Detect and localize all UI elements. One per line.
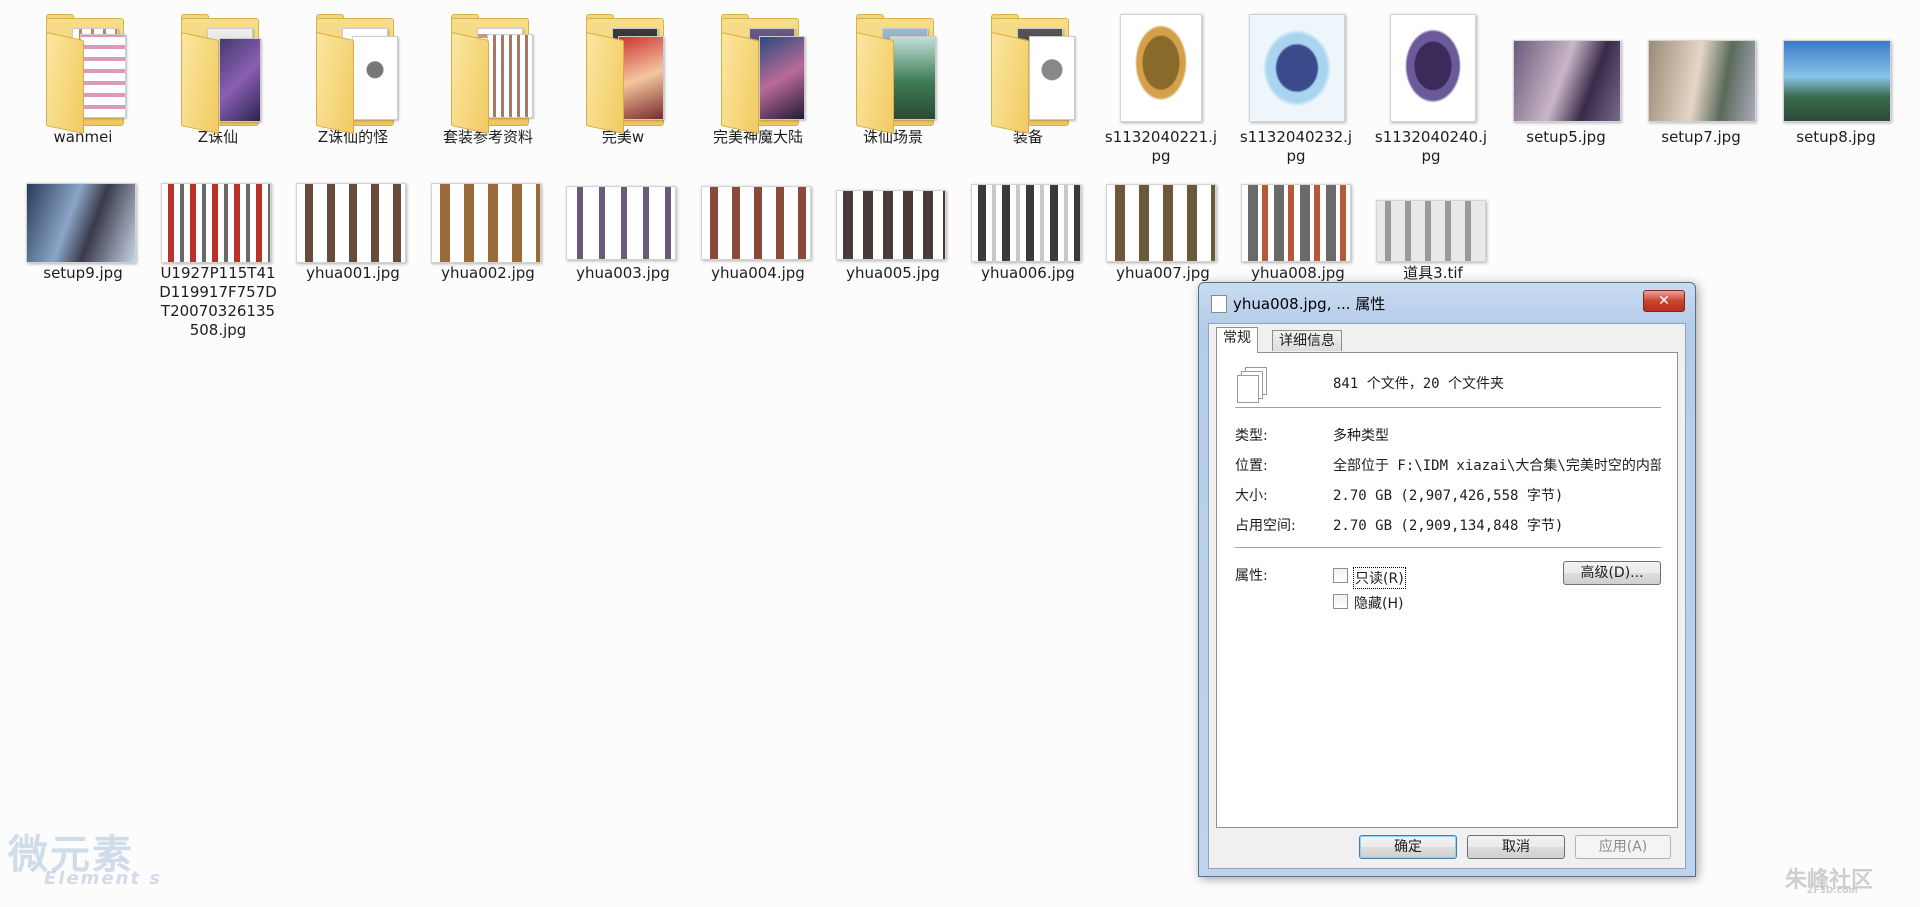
image-item[interactable]: yhua008.jpg: [1233, 148, 1363, 283]
image-thumbnail: [558, 148, 688, 264]
divider: [1235, 407, 1661, 408]
image-item[interactable]: yhua006.jpg: [963, 148, 1093, 283]
folder-icon: [288, 6, 418, 135]
image-item[interactable]: setup9.jpg: [18, 148, 148, 283]
image-label: setup5.jpg: [1526, 128, 1606, 146]
image-label: setup9.jpg: [43, 264, 123, 282]
folder-icon: [828, 6, 958, 135]
watermark-subtext: ZF3D.com: [1807, 886, 1858, 896]
image-item[interactable]: yhua003.jpg: [558, 148, 688, 283]
tab-general[interactable]: 常规: [1216, 327, 1258, 353]
image-thumbnail: [693, 148, 823, 264]
size-value: 2.70 GB (2,907,426,558 字节): [1333, 488, 1564, 504]
watermark-logo-right: 朱峰社区 ZF3D.com: [1785, 862, 1873, 896]
folder-icon: [153, 6, 283, 135]
image-thumbnail: [963, 148, 1093, 264]
folder-icon: [693, 6, 823, 135]
image-item[interactable]: s1132040240.jpg: [1366, 6, 1496, 166]
location-label: 位置:: [1235, 458, 1268, 474]
folder-item[interactable]: 套装参考资料: [423, 6, 553, 147]
image-thumbnail: [1366, 6, 1496, 128]
hidden-checkbox[interactable]: [1333, 594, 1348, 609]
watermark-logo-left: 微元素 Element s: [8, 822, 208, 902]
image-thumbnail: [1771, 6, 1901, 128]
image-label: yhua007.jpg: [1116, 264, 1210, 282]
folder-item[interactable]: 诛仙场景: [828, 6, 958, 147]
folder-icon: [423, 6, 553, 135]
image-label: setup7.jpg: [1661, 128, 1741, 146]
general-panel: 841 个文件，20 个文件夹 类型: 多种类型 位置: 全部位于 F:\IDM…: [1216, 352, 1678, 828]
folder-item[interactable]: wanmei: [18, 6, 148, 147]
type-value: 多种类型: [1333, 428, 1389, 444]
image-label: yhua006.jpg: [981, 264, 1075, 282]
summary-text: 841 个文件，20 个文件夹: [1333, 376, 1505, 392]
image-thumbnail: [1096, 6, 1226, 128]
image-item[interactable]: 道具3.tif: [1368, 148, 1498, 283]
image-item[interactable]: yhua002.jpg: [423, 148, 553, 283]
folder-item[interactable]: 完美神魔大陆: [693, 6, 823, 147]
divider: [1235, 547, 1661, 548]
folder-icon: [963, 6, 1093, 135]
image-label: yhua002.jpg: [441, 264, 535, 282]
image-label: yhua005.jpg: [846, 264, 940, 282]
image-thumbnail: [1098, 148, 1228, 264]
image-label: yhua001.jpg: [306, 264, 400, 282]
folder-item[interactable]: Z诛仙的怪: [288, 6, 418, 147]
image-label: setup8.jpg: [1796, 128, 1876, 146]
readonly-checkbox[interactable]: [1333, 568, 1348, 583]
file-icon: [1211, 295, 1227, 313]
image-item[interactable]: setup7.jpg: [1636, 6, 1766, 147]
image-item[interactable]: s1132040221.jpg: [1096, 6, 1226, 166]
ok-button[interactable]: 确定: [1359, 835, 1457, 859]
folder-item[interactable]: 完美w: [558, 6, 688, 147]
watermark-subtext: Element s: [44, 868, 163, 889]
folder-item[interactable]: 装备: [963, 6, 1093, 147]
size-label: 大小:: [1235, 488, 1268, 504]
folder-icon: [558, 6, 688, 135]
cancel-button[interactable]: 取消: [1467, 835, 1565, 859]
image-thumbnail: [1368, 148, 1498, 264]
image-label: yhua004.jpg: [711, 264, 805, 282]
image-thumbnail: [18, 148, 148, 264]
image-thumbnail: [153, 148, 283, 264]
image-label: U1927P115T41D119917F757DT20070326135508.…: [159, 264, 277, 339]
image-item[interactable]: yhua001.jpg: [288, 148, 418, 283]
image-thumbnail: [1231, 6, 1361, 128]
image-item[interactable]: yhua004.jpg: [693, 148, 823, 283]
readonly-label[interactable]: 只读(R): [1353, 567, 1406, 589]
dialog-title: yhua008.jpg, ... 属性: [1233, 295, 1386, 313]
advanced-button[interactable]: 高级(D)...: [1563, 561, 1661, 585]
image-item[interactable]: U1927P115T41D119917F757DT20070326135508.…: [153, 148, 283, 340]
location-value[interactable]: 全部位于 F:\IDM xiazai\大合集\完美时空的内部资料: [1333, 455, 1661, 475]
tab-details[interactable]: 详细信息: [1272, 330, 1342, 351]
image-label: 道具3.tif: [1403, 264, 1463, 282]
type-label: 类型:: [1235, 428, 1268, 444]
image-item[interactable]: setup5.jpg: [1501, 6, 1631, 147]
image-item[interactable]: s1132040232.jpg: [1231, 6, 1361, 166]
close-button[interactable]: ✕: [1643, 290, 1685, 312]
apply-button[interactable]: 应用(A): [1575, 835, 1671, 859]
image-thumbnail: [288, 148, 418, 264]
image-label: yhua003.jpg: [576, 264, 670, 282]
hidden-label[interactable]: 隐藏(H): [1354, 593, 1403, 613]
disk-size-label: 占用空间:: [1235, 518, 1296, 534]
dialog-body: 常规 详细信息 841 个文件，20 个文件夹 类型: 多种类型 位置: 全部位…: [1208, 323, 1686, 869]
image-thumbnail: [1501, 6, 1631, 128]
image-item[interactable]: yhua005.jpg: [828, 148, 958, 283]
properties-dialog: yhua008.jpg, ... 属性 ✕ 常规 详细信息 841 个文件，20…: [1198, 282, 1696, 877]
image-item[interactable]: yhua007.jpg: [1098, 148, 1228, 283]
multiple-files-icon: [1235, 367, 1269, 407]
image-thumbnail: [423, 148, 553, 264]
attributes-label: 属性:: [1235, 568, 1268, 584]
disk-size-value: 2.70 GB (2,909,134,848 字节): [1333, 518, 1564, 534]
folder-item[interactable]: Z诛仙: [153, 6, 283, 147]
image-thumbnail: [1233, 148, 1363, 264]
image-thumbnail: [828, 148, 958, 264]
image-thumbnail: [1636, 6, 1766, 128]
image-item[interactable]: setup8.jpg: [1771, 6, 1901, 147]
folder-icon: [18, 6, 148, 135]
image-label: yhua008.jpg: [1251, 264, 1345, 282]
